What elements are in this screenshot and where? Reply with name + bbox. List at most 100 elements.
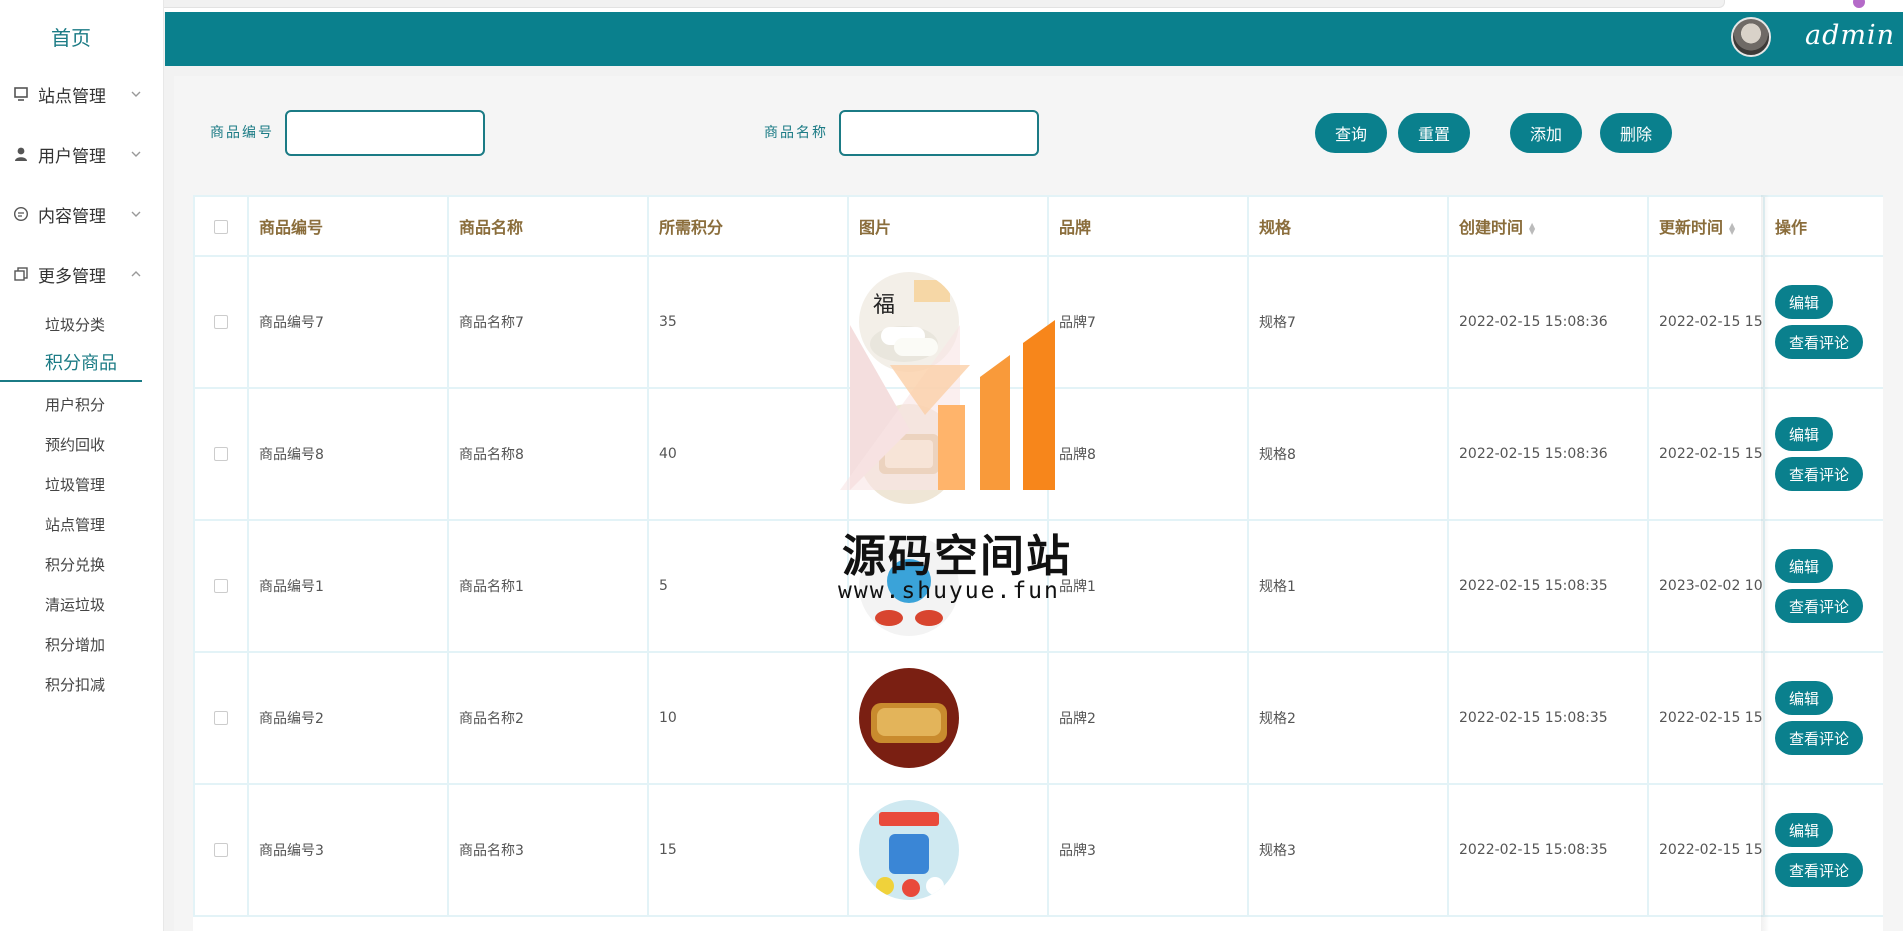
table-row: 商品编号7 商品名称7 35 福 品牌7 规格7 2022-02-15 15:0… <box>193 255 1883 389</box>
sidebar-item-reservation[interactable]: 预约回收 <box>45 431 105 459</box>
table-row: 商品编号3 商品名称3 15 品牌3 规格3 2022-02-15 15:08:… <box>193 783 1883 917</box>
sidebar-group-user[interactable]: 用户管理 <box>0 134 164 174</box>
row-checkbox[interactable] <box>214 315 228 329</box>
reset-button[interactable]: 重置 <box>1398 113 1470 153</box>
sidebar: 首页 站点管理 用户管理 内容管理 更多管理 垃圾分类 积分商品 用户积分 预约… <box>0 0 164 931</box>
cell-name: 商品名称7 <box>447 255 649 389</box>
avatar[interactable] <box>1731 17 1771 57</box>
chevron-down-icon <box>130 148 142 160</box>
row-select-cell <box>193 255 249 389</box>
view-comments-button[interactable]: 查看评论 <box>1775 721 1864 755</box>
cell-name: 商品名称3 <box>447 783 649 917</box>
cell-created: 2022-02-15 15:08:36 <box>1447 255 1649 389</box>
edit-button[interactable]: 编辑 <box>1775 417 1834 451</box>
search-bar: 商品编号 商品名称 查询 重置 添加 删除 <box>174 110 1903 156</box>
product-code-label: 商品编号 <box>210 125 274 141</box>
sidebar-item-garbage-pickup[interactable]: 清运垃圾 <box>45 591 105 619</box>
edit-button[interactable]: 编辑 <box>1775 549 1834 583</box>
table-header-row: 商品编号 商品名称 所需积分 图片 品牌 规格 创建时间 ▲ ▼ 更新时间 ▲ ▼ 操作 <box>193 195 1883 257</box>
ops-group: 编辑 查看评论 <box>1775 285 1873 359</box>
row-checkbox[interactable] <box>214 579 228 593</box>
cell-created: 2022-02-15 15:08:35 <box>1447 519 1649 653</box>
cell-updated: 2023-02-02 10:00:00 <box>1647 519 1765 653</box>
username-label[interactable]: admin <box>1805 20 1895 51</box>
edit-button[interactable]: 编辑 <box>1775 681 1834 715</box>
cell-ops: 编辑 查看评论 <box>1763 387 1883 521</box>
header-name: 商品名称 <box>447 195 649 257</box>
table-row: 商品编号2 商品名称2 10 品牌2 规格2 2022-02-15 15:08:… <box>193 651 1883 785</box>
sidebar-item-user-points[interactable]: 用户积分 <box>45 391 105 419</box>
profile-dot-icon[interactable] <box>1853 0 1865 8</box>
cell-ops: 编辑 查看评论 <box>1763 255 1883 389</box>
cell-points: 15 <box>647 783 849 917</box>
header-updated[interactable]: 更新时间 ▲ ▼ <box>1647 195 1765 257</box>
add-button[interactable]: 添加 <box>1510 113 1582 153</box>
product-name-input[interactable] <box>839 110 1039 156</box>
table-row: 商品编号8 商品名称8 40 品牌8 规格8 2022-02-15 15:08:… <box>193 387 1883 521</box>
sidebar-item-points-deduct[interactable]: 积分扣减 <box>45 671 105 699</box>
ops-group: 编辑 查看评论 <box>1775 813 1873 887</box>
cell-code: 商品编号1 <box>247 519 449 653</box>
product-image[interactable] <box>859 536 959 636</box>
sidebar-group-label: 更多管理 <box>38 266 106 287</box>
product-image[interactable]: 福 <box>859 272 959 372</box>
header-points: 所需积分 <box>647 195 849 257</box>
cell-name: 商品名称1 <box>447 519 649 653</box>
cell-created: 2022-02-15 15:08:35 <box>1447 651 1649 785</box>
delete-button[interactable]: 删除 <box>1600 113 1672 153</box>
cell-spec: 规格7 <box>1247 255 1449 389</box>
sidebar-item-site-management[interactable]: 站点管理 <box>45 511 105 539</box>
sort-icon[interactable]: ▲ ▼ <box>1729 221 1735 235</box>
main-panel: 商品编号 商品名称 查询 重置 添加 删除 商品编号 商品名称 所需积分 图片 … <box>174 76 1903 931</box>
row-checkbox[interactable] <box>214 711 228 725</box>
ops-group: 编辑 查看评论 <box>1775 417 1873 491</box>
product-code-input[interactable] <box>285 110 485 156</box>
select-all-checkbox[interactable] <box>214 220 228 234</box>
cell-spec: 规格1 <box>1247 519 1449 653</box>
header-created[interactable]: 创建时间 ▲ ▼ <box>1447 195 1649 257</box>
query-button[interactable]: 查询 <box>1315 113 1387 153</box>
view-comments-button[interactable]: 查看评论 <box>1775 325 1864 359</box>
sort-icon[interactable]: ▲ ▼ <box>1529 221 1535 235</box>
ops-group: 编辑 查看评论 <box>1775 549 1873 623</box>
copy-icon <box>12 265 30 283</box>
row-checkbox[interactable] <box>214 843 228 857</box>
monitor-icon <box>12 85 30 103</box>
select-all-cell <box>193 195 249 257</box>
address-bar-edge <box>135 0 1725 8</box>
sidebar-item-points-increase[interactable]: 积分增加 <box>45 631 105 659</box>
product-image[interactable] <box>859 404 959 504</box>
sidebar-group-content[interactable]: 内容管理 <box>0 194 164 234</box>
sidebar-item-points-exchange[interactable]: 积分兑换 <box>45 551 105 579</box>
view-comments-button[interactable]: 查看评论 <box>1775 853 1864 887</box>
row-select-cell <box>193 651 249 785</box>
cell-brand: 品牌8 <box>1047 387 1249 521</box>
header-brand: 品牌 <box>1047 195 1249 257</box>
product-image[interactable] <box>859 800 959 900</box>
sidebar-group-more[interactable]: 更多管理 <box>0 254 164 294</box>
row-checkbox[interactable] <box>214 447 228 461</box>
top-header: admin <box>165 12 1903 66</box>
row-select-cell <box>193 519 249 653</box>
sidebar-item-garbage-management[interactable]: 垃圾管理 <box>45 471 105 499</box>
view-comments-button[interactable]: 查看评论 <box>1775 457 1864 491</box>
cell-name: 商品名称8 <box>447 387 649 521</box>
cell-ops: 编辑 查看评论 <box>1763 651 1883 785</box>
row-select-cell <box>193 783 249 917</box>
cell-image <box>847 519 1049 653</box>
sidebar-home-link[interactable]: 首页 <box>0 22 142 51</box>
cell-image: 福 <box>847 255 1049 389</box>
view-comments-button[interactable]: 查看评论 <box>1775 589 1864 623</box>
edit-button[interactable]: 编辑 <box>1775 813 1834 847</box>
cell-created: 2022-02-15 15:08:35 <box>1447 783 1649 917</box>
cell-image <box>847 783 1049 917</box>
chevron-down-icon <box>130 208 142 220</box>
sidebar-item-garbage-category[interactable]: 垃圾分类 <box>45 311 105 339</box>
cell-updated: 2022-02-15 15:08:36 <box>1647 387 1765 521</box>
sidebar-item-points-products[interactable]: 积分商品 <box>45 350 117 378</box>
sidebar-group-site[interactable]: 站点管理 <box>0 74 164 114</box>
product-image[interactable] <box>859 668 959 768</box>
cell-updated: 2022-02-15 15:08:35 <box>1647 651 1765 785</box>
edit-button[interactable]: 编辑 <box>1775 285 1834 319</box>
product-table: 商品编号 商品名称 所需积分 图片 品牌 规格 创建时间 ▲ ▼ 更新时间 ▲ ▼ 操作 <box>193 195 1883 917</box>
